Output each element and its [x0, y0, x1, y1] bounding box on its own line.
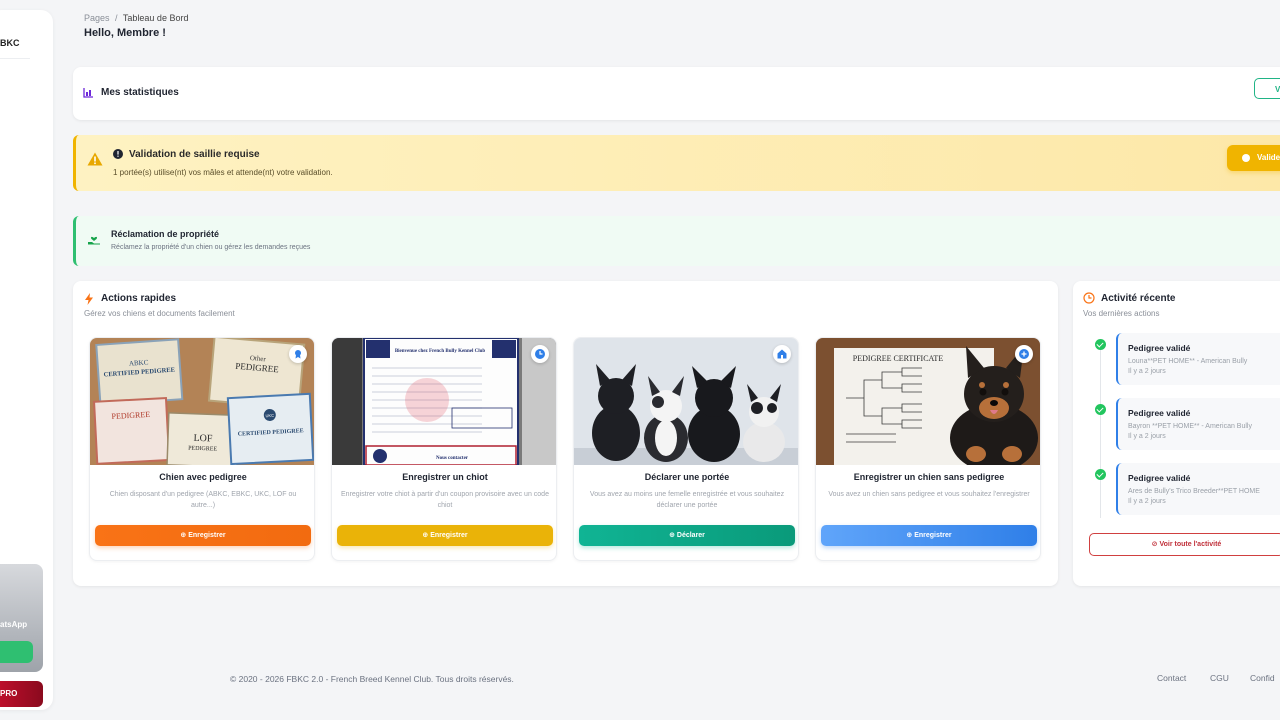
action-card-litter[interactable]: Déclarer une portée Vous avez au moins u…: [573, 337, 799, 561]
view-all-activity-button[interactable]: ⊘ Voir toute l'activité: [1089, 533, 1280, 556]
coupon-footer: Nous contacter: [436, 456, 469, 461]
check-circle-icon: [1095, 404, 1106, 415]
activity-item[interactable]: Pedigree validé Ares de Bully's Trico Br…: [1116, 463, 1280, 515]
activity-item-time: Il y a 2 jours: [1128, 498, 1166, 505]
card-badge-puppy: [531, 345, 549, 363]
footer-copyright: © 2020 - 2026 FBKC 2.0 - French Breed Ke…: [230, 674, 514, 684]
register-pedigree-button[interactable]: ⊕ Enregistrer: [95, 525, 311, 546]
bar-chart-icon: [83, 88, 93, 98]
home-icon: [777, 349, 787, 359]
quick-actions-subtitle: Gérez vos chiens et documents facilement: [84, 309, 235, 318]
card-title: Enregistrer un chiot: [402, 472, 488, 482]
sidebar: BKC atsApp PRO: [0, 10, 53, 710]
ribbon-icon: [295, 350, 301, 359]
breadcrumb-separator: /: [115, 13, 118, 23]
footer-link-cgu[interactable]: CGU: [1210, 673, 1229, 683]
card-description: Chien disposant d'un pedigree (ABKC, EBK…: [109, 491, 297, 509]
certificate-title: PEDIGREE CERTIFICATE: [853, 354, 944, 363]
mating-validation-alert: Validation de saillie requise 1 portée(s…: [73, 135, 1280, 191]
activity-item-description: Bayron **PET HOME** - American Bully: [1128, 423, 1252, 430]
stats-view-button[interactable]: V: [1254, 78, 1280, 99]
breadcrumb-current: Tableau de Bord: [122, 13, 189, 23]
french-bulldog-puppies-image: [574, 338, 798, 465]
card-badge-litter: [773, 345, 791, 363]
pro-button-label: PRO: [0, 689, 18, 698]
card-badge-pedigree: [289, 345, 307, 363]
footer-link-contact[interactable]: Contact: [1157, 673, 1186, 683]
card-badge-no-pedigree: [1015, 345, 1033, 363]
warning-icon: [87, 152, 103, 166]
sidebar-divider: [0, 58, 30, 59]
puppy-coupon-image: Bienvenue chez French Bully Kennel Club …: [332, 338, 556, 465]
pedigree-abkc-label: ABKC: [129, 358, 149, 367]
activity-item-time: Il y a 2 jours: [1128, 433, 1166, 440]
pedigree-lof-subtitle: PEDIGREE: [188, 446, 218, 453]
action-card-pedigree[interactable]: ABKC CERTIFIED PEDIGREE Other PEDIGREE P…: [89, 337, 315, 561]
validate-button[interactable]: Valide: [1227, 145, 1280, 171]
whatsapp-card: atsApp: [0, 564, 43, 672]
info-icon: [113, 149, 123, 159]
breadcrumb-root[interactable]: Pages: [84, 13, 110, 23]
card-description: Vous avez un chien sans pedigree et vous…: [828, 491, 1030, 498]
pedigree-documents-image: ABKC CERTIFIED PEDIGREE Other PEDIGREE P…: [90, 338, 314, 465]
plus-circle-icon: [1019, 349, 1029, 359]
activity-subtitle: Vos dernières actions: [1083, 309, 1160, 318]
activity-item-title: Pedigree validé: [1128, 343, 1191, 353]
lightning-icon: [85, 293, 93, 305]
activity-item-title: Pedigree validé: [1128, 473, 1191, 483]
check-circle-icon: [1095, 339, 1106, 350]
card-description: Vous avez au moins une femelle enregistr…: [589, 491, 785, 509]
page-title: Hello, Membre !: [84, 27, 166, 39]
ownership-claim-banner[interactable]: Réclamation de propriété Réclamez la pro…: [73, 216, 1280, 266]
action-card-puppy[interactable]: Bienvenue chez French Bully Kennel Club …: [331, 337, 557, 561]
breadcrumb: Pages / Tableau de Bord: [84, 13, 188, 23]
action-card-no-pedigree[interactable]: PEDIGREE CERTIFICATE Enregistrer un chie…: [815, 337, 1041, 561]
stats-title: Mes statistiques: [101, 87, 179, 98]
quick-actions-panel: Actions rapides Gérez vos chiens et docu…: [73, 281, 1058, 586]
declare-litter-button[interactable]: ⊕ Déclarer: [579, 525, 795, 546]
alert-title: Validation de saillie requise: [129, 149, 260, 160]
footer-link-privacy[interactable]: Confid: [1250, 673, 1275, 683]
activity-title: Activité récente: [1101, 293, 1176, 304]
quick-actions-title: Actions rapides: [101, 293, 177, 304]
pedigree-lof-title: LOF: [193, 433, 213, 445]
claim-title: Réclamation de propriété: [111, 229, 220, 239]
pedigree-ukc-label: UKC: [265, 413, 274, 418]
card-title: Enregistrer un chien sans pedigree: [853, 472, 1005, 482]
recent-activity-panel: Activité récente Vos dernières actions P…: [1073, 281, 1280, 586]
pedigree-certificate-dog-image: PEDIGREE CERTIFICATE: [816, 338, 1040, 465]
card-title: Déclarer une portée: [644, 472, 730, 482]
activity-item-description: Ares de Bully's Trico Breeder**PET HOME: [1128, 488, 1260, 495]
claim-message: Réclamez la propriété d'un chien ou gére…: [111, 244, 311, 251]
alert-message: 1 portée(s) utilise(nt) vos mâles et att…: [113, 168, 333, 177]
hand-heart-icon: [88, 236, 100, 245]
sidebar-brand[interactable]: BKC: [0, 38, 20, 48]
card-title: Chien avec pedigree: [159, 472, 247, 482]
activity-item[interactable]: Pedigree validé Bayron **PET HOME** - Am…: [1116, 398, 1280, 450]
activity-item-time: Il y a 2 jours: [1128, 368, 1166, 375]
whatsapp-button[interactable]: [0, 641, 33, 663]
check-circle-icon: [1095, 469, 1106, 480]
validate-button-label: Valide: [1257, 153, 1280, 162]
clock-icon: [535, 349, 545, 359]
pro-button[interactable]: PRO: [0, 681, 43, 707]
activity-item-description: Louna**PET HOME** - American Bully: [1128, 358, 1248, 365]
stats-panel: Mes statistiques V: [73, 67, 1280, 120]
whatsapp-label: atsApp: [0, 620, 28, 629]
card-description: Enregistrer votre chiot à partir d'un co…: [341, 491, 549, 509]
activity-item[interactable]: Pedigree validé Louna**PET HOME** - Amer…: [1116, 333, 1280, 385]
timeline-line: [1100, 345, 1101, 518]
history-icon: [1083, 292, 1095, 304]
activity-item-title: Pedigree validé: [1128, 408, 1191, 418]
coupon-title: Bienvenue chez French Bully Kennel Club: [395, 349, 486, 354]
validate-icon: [1242, 154, 1250, 162]
register-puppy-button[interactable]: ⊕ Enregistrer: [337, 525, 553, 546]
register-no-pedigree-button[interactable]: ⊕ Enregistrer: [821, 525, 1037, 546]
